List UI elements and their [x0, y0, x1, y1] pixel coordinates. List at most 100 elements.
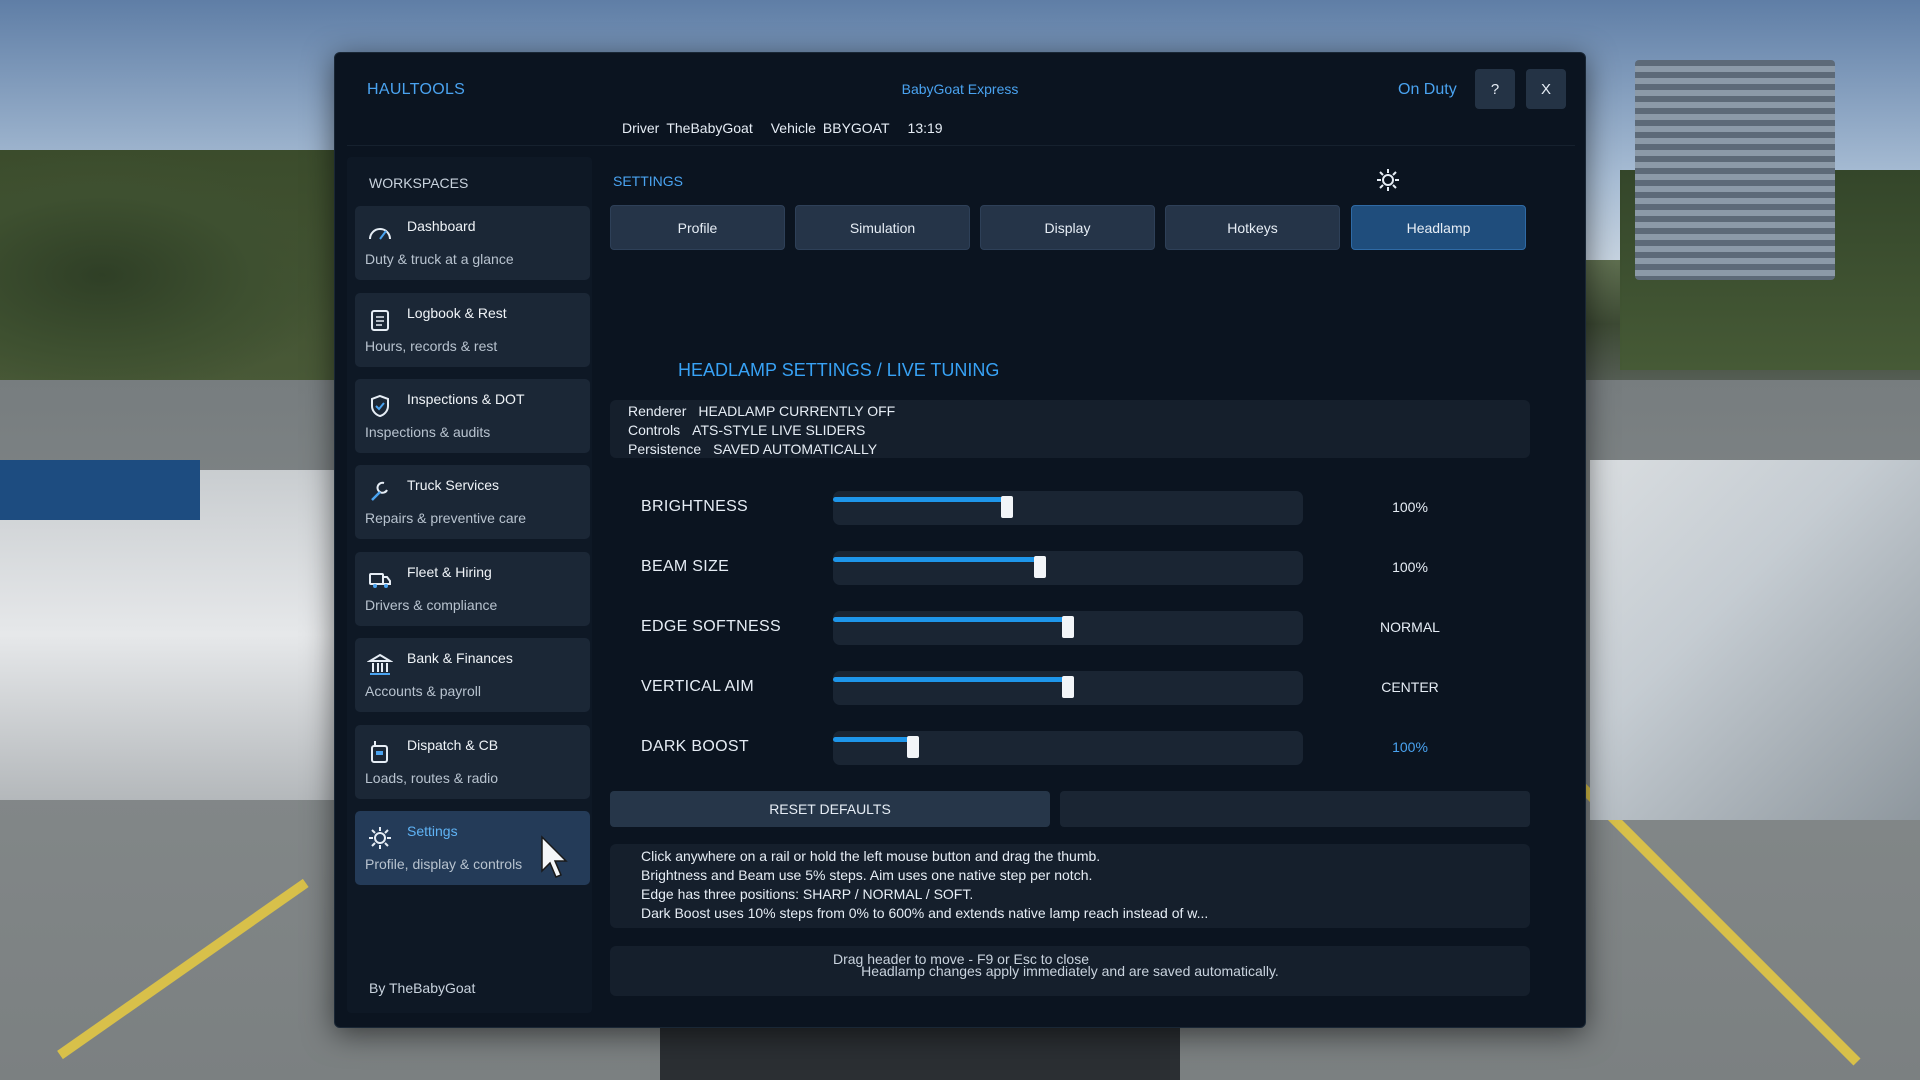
sidebar-item-logbook[interactable]: Logbook & Rest Hours, records & rest — [355, 293, 590, 367]
slider-value: NORMAL — [1380, 619, 1440, 635]
haultools-window: HAULTOOLS BabyGoat Express Driver TheBaby… — [334, 52, 1586, 1028]
info-persistence: Persistence SAVED AUTOMATICALLY — [628, 441, 877, 457]
sidebar-item-subtitle: Drivers & compliance — [365, 597, 498, 613]
slider-label: DARK BOOST — [641, 738, 749, 755]
sidebar-item-dispatch[interactable]: Dispatch & CB Loads, routes & radio — [355, 725, 590, 799]
gear-icon — [369, 827, 391, 849]
help-button[interactable]: ? — [1475, 69, 1515, 109]
help-line: Brightness and Beam use 5% steps. Aim us… — [641, 867, 1093, 883]
author-byline: By TheBabyGoat — [369, 980, 476, 996]
sidebar-item-inspections[interactable]: Inspections & DOT Inspections & audits — [355, 379, 590, 453]
slider-thumb[interactable] — [1062, 676, 1074, 698]
slider-fill — [833, 557, 1040, 562]
slider-brightness: BRIGHTNESS 100% — [610, 488, 1540, 528]
slider-fill — [833, 677, 1068, 682]
sidebar-item-title: Settings — [407, 823, 458, 839]
workspaces-sidebar: WORKSPACES Dashboard Duty & truck at a g… — [347, 157, 592, 1013]
help-line: Click anywhere on a rail or hold the lef… — [641, 848, 1101, 864]
driver-info: Driver TheBabyGoat Vehicle BBYGOAT 13:19 — [622, 120, 943, 136]
tab-headlamp[interactable]: Headlamp — [1351, 205, 1526, 250]
truck-icon — [369, 573, 391, 588]
shield-check-icon — [371, 394, 389, 418]
slider-label: EDGE SOFTNESS — [641, 618, 781, 635]
info-value: SAVED AUTOMATICALLY — [713, 441, 878, 457]
empty-action-slot — [1060, 791, 1530, 827]
mouse-cursor-icon — [541, 835, 568, 878]
sidebar-item-subtitle: Loads, routes & radio — [365, 770, 499, 786]
sidebar-item-subtitle: Repairs & preventive care — [365, 510, 527, 526]
sidebar-item-title: Inspections & DOT — [407, 391, 525, 407]
slider-value: 100% — [1392, 739, 1428, 755]
gauge-icon — [369, 228, 391, 240]
info-key: Renderer — [628, 403, 687, 419]
trailer-left-top — [0, 460, 200, 520]
logbook-icon — [371, 310, 389, 331]
sidebar-item-title: Dispatch & CB — [407, 737, 499, 753]
headlamp-status-box: Renderer HEADLAMP CURRENTLY OFF Controls A… — [610, 400, 1530, 458]
sidebar-item-dashboard[interactable]: Dashboard Duty & truck at a glance — [355, 206, 590, 280]
slider-thumb[interactable] — [1001, 496, 1013, 518]
help-line: Edge has three positions: SHARP / NORMAL… — [641, 886, 974, 902]
close-button[interactable]: X — [1526, 69, 1566, 109]
sidebar-item-truck-services[interactable]: Truck Services Repairs & preventive care — [355, 465, 590, 539]
window-header[interactable]: HAULTOOLS BabyGoat Express Driver TheBaby… — [335, 53, 1585, 145]
slider-edge-softness: EDGE SOFTNESS NORMAL — [610, 608, 1540, 648]
tab-profile[interactable]: Profile — [610, 205, 785, 250]
wrench-icon — [371, 481, 388, 501]
info-key: Persistence — [628, 441, 702, 457]
slider-fill — [833, 737, 913, 742]
reset-defaults-button[interactable]: RESET DEFAULTS — [610, 791, 1050, 827]
workspaces-label: WORKSPACES — [369, 175, 469, 191]
info-renderer: Renderer HEADLAMP CURRENTLY OFF — [628, 403, 895, 419]
driver-field: Driver TheBabyGoat — [622, 120, 753, 136]
vehicle-label: Vehicle — [770, 120, 816, 136]
info-value: HEADLAMP CURRENTLY OFF — [698, 403, 896, 419]
duty-status[interactable]: On Duty — [1398, 81, 1457, 99]
slider-value: 100% — [1392, 559, 1428, 575]
tab-display[interactable]: Display — [980, 205, 1155, 250]
sidebar-item-fleet[interactable]: Fleet & Hiring Drivers & compliance — [355, 552, 590, 626]
slider-thumb[interactable] — [907, 736, 919, 758]
sidebar-item-subtitle: Hours, records & rest — [365, 338, 498, 354]
slider-label: VERTICAL AIM — [641, 678, 754, 695]
slider-label: BRIGHTNESS — [641, 498, 749, 515]
driver-label: Driver — [622, 120, 660, 136]
tab-simulation[interactable]: Simulation — [795, 205, 970, 250]
slider-dark-boost: DARK BOOST 100% — [610, 728, 1540, 768]
tab-hotkeys[interactable]: Hotkeys — [1165, 205, 1340, 250]
settings-panel: SETTINGS Profile Simulation Display Hotk… — [605, 157, 1575, 1027]
info-controls: Controls ATS-STYLE LIVE SLIDERS — [628, 422, 865, 438]
sidebar-item-title: Dashboard — [407, 218, 476, 234]
info-value: ATS-STYLE LIVE SLIDERS — [692, 422, 866, 438]
sidebar-item-subtitle: Duty & truck at a glance — [365, 251, 514, 267]
clock: 13:19 — [907, 120, 943, 136]
vehicle-value: BBYGOAT — [822, 120, 890, 136]
settings-heading: SETTINGS — [613, 173, 684, 189]
sidebar-item-title: Fleet & Hiring — [407, 564, 492, 580]
driver-value: TheBabyGoat — [666, 120, 753, 136]
slider-vertical-aim: VERTICAL AIM CENTER — [610, 668, 1540, 708]
office-building — [1635, 60, 1835, 280]
trees-left — [0, 150, 340, 400]
settings-gear-icon[interactable] — [1375, 167, 1401, 193]
footer-hint: Drag header to move - F9 or Esc to close — [833, 951, 1089, 967]
bank-icon — [367, 653, 393, 675]
slider-rail[interactable] — [833, 491, 1303, 525]
sidebar-item-bank[interactable]: Bank & Finances Accounts & payroll — [355, 638, 590, 712]
slider-rail[interactable] — [833, 551, 1303, 585]
slider-thumb[interactable] — [1034, 556, 1046, 578]
slider-thumb[interactable] — [1062, 616, 1074, 638]
slider-rail[interactable] — [833, 611, 1303, 645]
slider-fill — [833, 617, 1068, 622]
slider-rail[interactable] — [833, 671, 1303, 705]
slider-rail[interactable] — [833, 731, 1303, 765]
slider-value: 100% — [1392, 499, 1428, 515]
header-divider — [347, 145, 1575, 146]
slider-value: CENTER — [1381, 679, 1439, 695]
vehicle-field: Vehicle BBYGOAT — [771, 120, 890, 136]
help-line: Dark Boost uses 10% steps from 0% to 600… — [641, 905, 1209, 921]
headlamp-section-title: HEADLAMP SETTINGS / LIVE TUNING — [678, 360, 1000, 380]
sidebar-item-subtitle: Profile, display & controls — [365, 856, 523, 872]
sidebar-item-title: Logbook & Rest — [407, 305, 507, 321]
sidebar-item-subtitle: Accounts & payroll — [365, 683, 481, 699]
